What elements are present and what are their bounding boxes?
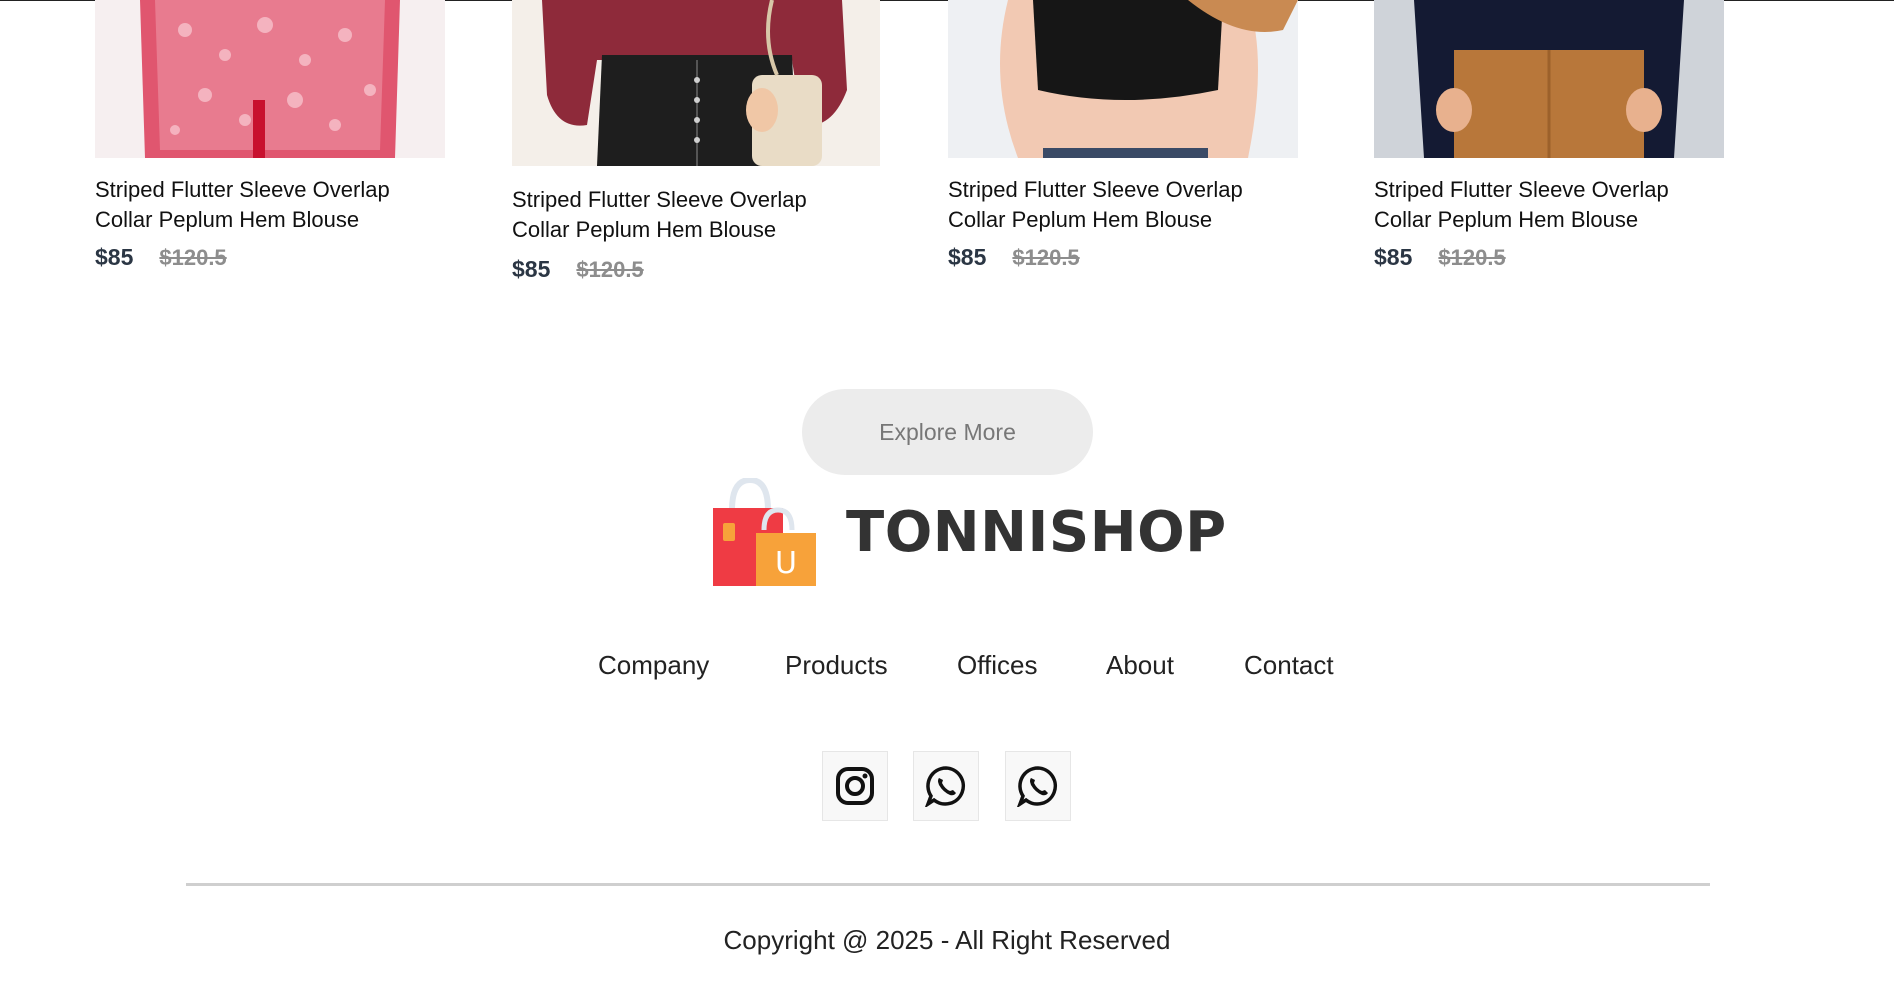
product-title-line1[interactable]: Striped Flutter Sleeve Overlap bbox=[512, 185, 872, 215]
whatsapp-button[interactable] bbox=[1005, 751, 1071, 821]
explore-more-button[interactable]: Explore More bbox=[802, 389, 1093, 475]
footer-link-about[interactable]: About bbox=[1106, 650, 1174, 681]
brand-name: TONNISHOP bbox=[846, 499, 1227, 565]
whatsapp-button[interactable] bbox=[913, 751, 979, 821]
logo-letter: U bbox=[775, 546, 797, 581]
product-price: $85 bbox=[948, 244, 987, 270]
product-image[interactable] bbox=[1374, 0, 1724, 158]
instagram-icon bbox=[836, 767, 874, 805]
product-old-price: $120.5 bbox=[1012, 245, 1080, 270]
product-image[interactable] bbox=[512, 0, 880, 166]
footer-link-contact[interactable]: Contact bbox=[1244, 650, 1334, 681]
product-title-line2[interactable]: Collar Peplum Hem Blouse bbox=[1374, 205, 1734, 235]
footer-link-products[interactable]: Products bbox=[785, 650, 888, 681]
instagram-button[interactable] bbox=[822, 751, 888, 821]
product-old-price: $120.5 bbox=[159, 245, 227, 270]
product-image[interactable] bbox=[948, 0, 1298, 158]
whatsapp-icon bbox=[925, 766, 966, 807]
product-price: $85 bbox=[512, 256, 551, 282]
footer-link-company[interactable]: Company bbox=[598, 650, 709, 681]
product-old-price: $120.5 bbox=[576, 257, 644, 282]
product-title-line2[interactable]: Collar Peplum Hem Blouse bbox=[512, 215, 872, 245]
footer-link-offices[interactable]: Offices bbox=[957, 650, 1037, 681]
product-title-line1[interactable]: Striped Flutter Sleeve Overlap bbox=[95, 175, 455, 205]
product-image[interactable] bbox=[95, 0, 445, 158]
product-title-line1[interactable]: Striped Flutter Sleeve Overlap bbox=[1374, 175, 1734, 205]
product-title-line1[interactable]: Striped Flutter Sleeve Overlap bbox=[948, 175, 1308, 205]
product-title-line2[interactable]: Collar Peplum Hem Blouse bbox=[948, 205, 1308, 235]
brand-logo[interactable]: U TONNISHOP bbox=[710, 478, 1227, 586]
product-title-line2[interactable]: Collar Peplum Hem Blouse bbox=[95, 205, 455, 235]
product-price: $85 bbox=[95, 244, 134, 270]
footer-divider bbox=[186, 883, 1710, 886]
whatsapp-icon bbox=[1017, 766, 1058, 807]
copyright-text: Copyright @ 2025 - All Right Reserved bbox=[723, 925, 1171, 955]
product-old-price: $120.5 bbox=[1438, 245, 1506, 270]
shopping-bags-icon: U bbox=[713, 478, 816, 586]
product-price: $85 bbox=[1374, 244, 1413, 270]
